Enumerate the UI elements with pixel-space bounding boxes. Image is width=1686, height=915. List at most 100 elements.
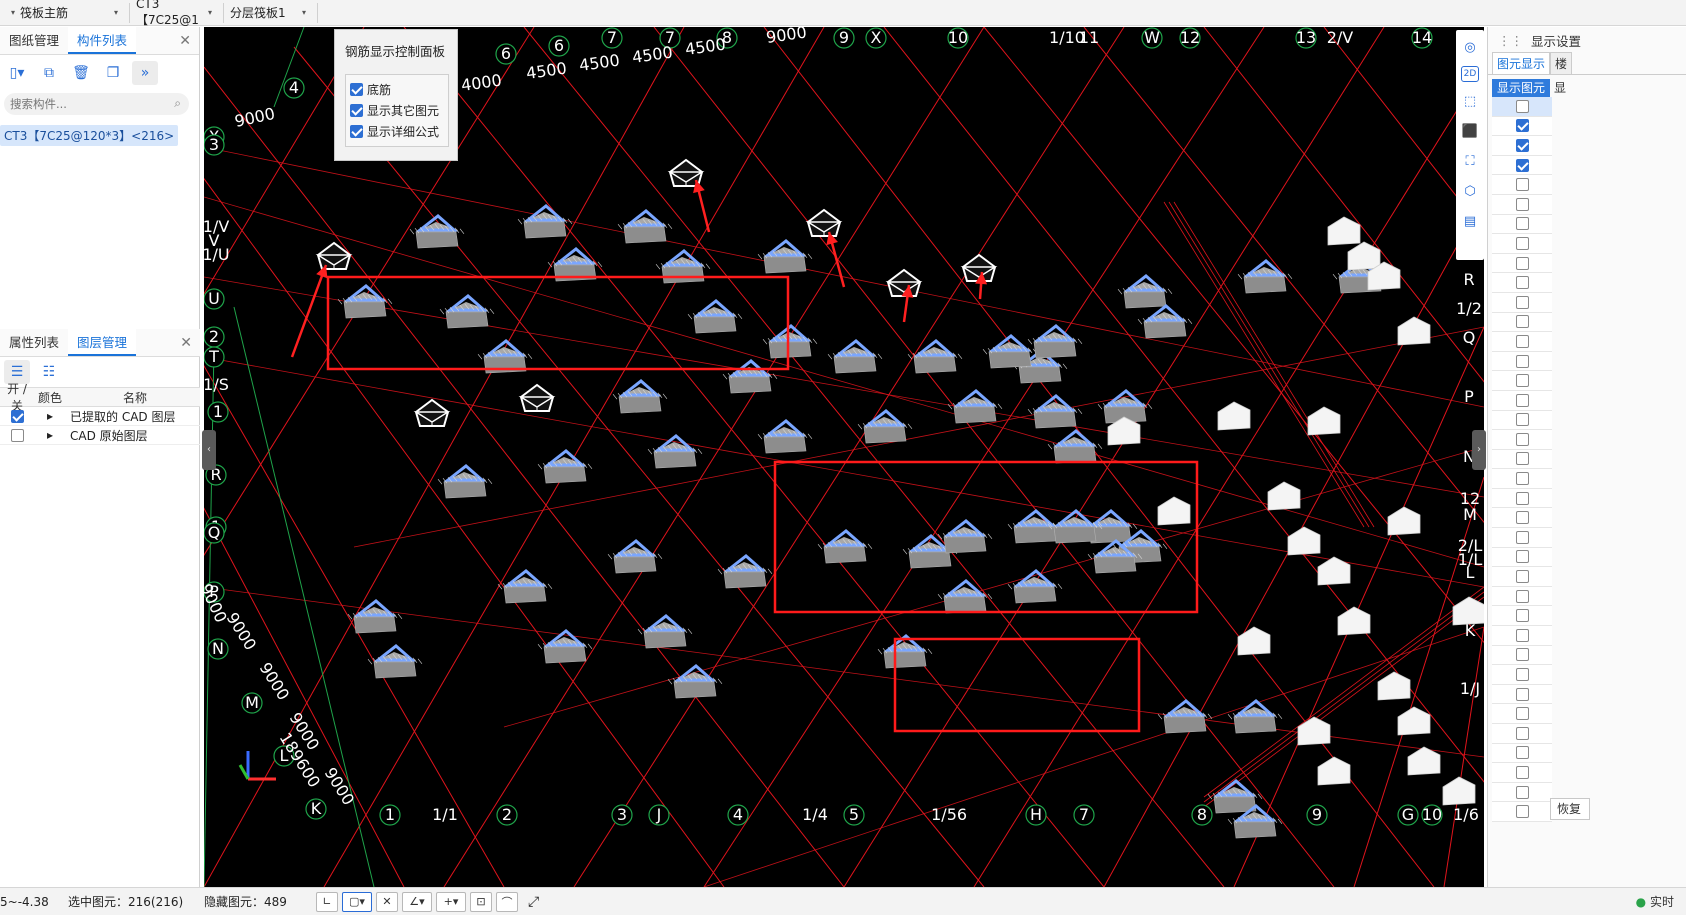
- display-checkbox[interactable]: [1515, 491, 1529, 505]
- tab-floor[interactable]: 楼: [1550, 52, 1573, 74]
- display-check-row[interactable]: [1492, 782, 1552, 803]
- display-checkbox[interactable]: [1515, 158, 1529, 172]
- layer-stack-icon[interactable]: ☷: [36, 360, 62, 384]
- delete-icon[interactable]: 🗑: [68, 61, 94, 85]
- drag-handle-icon[interactable]: ⋮⋮: [1498, 33, 1523, 48]
- option-show-other[interactable]: 显示其它图元: [350, 100, 444, 121]
- display-check-row[interactable]: [1492, 802, 1552, 822]
- display-check-row[interactable]: [1492, 547, 1552, 568]
- display-check-row[interactable]: [1492, 665, 1552, 685]
- 3d-box-icon[interactable]: ⬚: [1459, 90, 1481, 112]
- display-checkbox[interactable]: [1515, 511, 1529, 525]
- 2d-icon[interactable]: 2D: [1461, 66, 1479, 82]
- display-check-row[interactable]: [1492, 469, 1552, 489]
- 3d-viewport[interactable]: 4667789X101/1011W12132/V14X31/VV1/UU2T1/…: [204, 27, 1484, 887]
- tab-layer-management[interactable]: 图层管理: [68, 329, 137, 356]
- display-check-row[interactable]: [1492, 351, 1552, 372]
- display-check-row[interactable]: [1492, 449, 1552, 470]
- tab-element-display[interactable]: 图元显示: [1492, 52, 1551, 74]
- display-check-row[interactable]: [1492, 97, 1552, 117]
- display-checkbox[interactable]: [1515, 687, 1529, 701]
- display-check-row[interactable]: [1492, 116, 1552, 137]
- restore-button[interactable]: 恢复: [1550, 798, 1590, 820]
- display-checkbox[interactable]: [1515, 315, 1529, 329]
- dropdown-rebar-type[interactable]: ▾ 筏板主筋 ▾: [0, 2, 130, 23]
- display-check-row[interactable]: [1492, 704, 1552, 724]
- display-check-row[interactable]: [1492, 743, 1552, 764]
- display-checkbox[interactable]: [1515, 217, 1529, 231]
- display-checkbox[interactable]: [1515, 609, 1529, 623]
- display-check-row[interactable]: [1492, 528, 1552, 548]
- display-checkbox[interactable]: [1515, 589, 1529, 603]
- option-show-formula[interactable]: 显示详细公式: [350, 121, 444, 142]
- display-checkbox[interactable]: [1515, 236, 1529, 250]
- search-input[interactable]: [10, 97, 160, 111]
- display-settings-icon[interactable]: ▤: [1459, 210, 1481, 232]
- display-check-row[interactable]: [1492, 371, 1552, 391]
- close-icon[interactable]: ✕: [179, 33, 191, 49]
- dropdown-layer[interactable]: 分层筏板1 ▾: [224, 2, 318, 23]
- display-checkbox[interactable]: [1515, 354, 1529, 368]
- display-checkbox[interactable]: [1515, 138, 1529, 152]
- fullscreen-icon[interactable]: ⛶: [1459, 150, 1481, 172]
- display-checkbox[interactable]: [1515, 530, 1529, 544]
- display-checkbox[interactable]: [1515, 472, 1529, 486]
- arc-icon[interactable]: ⌒: [496, 891, 518, 912]
- display-checkbox[interactable]: [1515, 334, 1529, 348]
- cross-select-icon[interactable]: ✕: [376, 891, 398, 912]
- display-check-row[interactable]: [1492, 234, 1552, 254]
- expand-arrow-icon[interactable]: ▸: [34, 409, 66, 423]
- layer-checkbox[interactable]: [10, 429, 24, 442]
- copy-icon[interactable]: ⧉: [36, 61, 62, 85]
- search-icon[interactable]: ⌕: [174, 96, 181, 111]
- camera-icon[interactable]: ⊡: [470, 891, 492, 912]
- collapse-left-handle[interactable]: ‹: [202, 430, 216, 470]
- display-check-row[interactable]: [1492, 567, 1552, 587]
- duplicate-icon[interactable]: ❐: [100, 61, 126, 85]
- display-checkbox[interactable]: [1515, 668, 1529, 682]
- display-check-row[interactable]: [1492, 390, 1552, 411]
- layer-checkbox[interactable]: [10, 410, 24, 423]
- display-checkbox[interactable]: [1515, 119, 1529, 133]
- display-check-row[interactable]: [1492, 273, 1552, 293]
- close-icon[interactable]: ✕: [180, 335, 192, 351]
- ortho-icon[interactable]: ∟: [316, 891, 338, 912]
- new-component-icon[interactable]: ▯▾: [4, 61, 30, 85]
- option-bottom-rebar[interactable]: 底筋: [350, 79, 444, 100]
- display-check-row[interactable]: [1492, 136, 1552, 156]
- display-check-row[interactable]: [1492, 684, 1552, 705]
- display-check-row[interactable]: [1492, 332, 1552, 352]
- display-checkbox[interactable]: [1515, 295, 1529, 309]
- dropdown-component[interactable]: CT3【7C25@1 ▾: [130, 0, 224, 27]
- expand-arrow-icon[interactable]: ▸: [34, 428, 66, 442]
- display-checkbox[interactable]: [1515, 785, 1529, 799]
- display-checkbox[interactable]: [1515, 726, 1529, 740]
- pile-caps[interactable]: [315, 158, 1484, 839]
- tab-drawing-management[interactable]: 图纸管理: [0, 27, 68, 54]
- display-checkbox[interactable]: [1515, 570, 1529, 584]
- display-checkbox[interactable]: [1515, 374, 1529, 388]
- display-check-row[interactable]: [1492, 253, 1552, 274]
- display-checkbox[interactable]: [1515, 197, 1529, 211]
- display-check-row[interactable]: [1492, 292, 1552, 313]
- display-checkbox[interactable]: [1515, 256, 1529, 270]
- display-checkbox[interactable]: [1515, 765, 1529, 779]
- angle-icon[interactable]: ∠▾: [402, 891, 432, 912]
- display-checkbox[interactable]: [1515, 452, 1529, 466]
- display-checkbox[interactable]: [1515, 648, 1529, 662]
- display-check-row[interactable]: [1492, 194, 1552, 215]
- 3d-solid-icon[interactable]: ⬛: [1459, 120, 1481, 142]
- display-check-row[interactable]: [1492, 155, 1552, 176]
- display-check-row[interactable]: [1492, 763, 1552, 783]
- display-checkbox[interactable]: [1515, 276, 1529, 290]
- collapse-right-handle[interactable]: ›: [1472, 430, 1486, 470]
- display-check-row[interactable]: [1492, 586, 1552, 607]
- display-checkbox[interactable]: [1515, 413, 1529, 427]
- display-check-row[interactable]: [1492, 175, 1552, 195]
- display-check-row[interactable]: [1492, 724, 1552, 744]
- display-checkbox[interactable]: [1515, 393, 1529, 407]
- component-list-item[interactable]: CT3【7C25@120*3】<216>: [0, 125, 179, 146]
- display-checkbox[interactable]: [1515, 178, 1529, 192]
- expand-icon[interactable]: ⤢: [528, 894, 539, 910]
- display-checkbox[interactable]: [1515, 628, 1529, 642]
